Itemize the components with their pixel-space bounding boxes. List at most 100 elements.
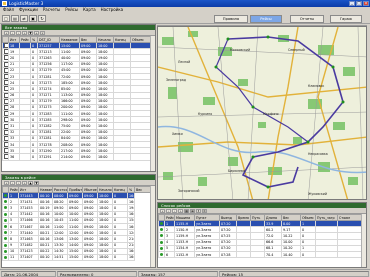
orders-scrollbar[interactable] — [150, 36, 155, 171]
status-ok-icon — [4, 218, 7, 222]
checkbox-icon[interactable] — [4, 130, 8, 135]
checkbox-icon[interactable] — [4, 111, 8, 116]
next-icon[interactable]: › — [16, 181, 21, 185]
first-icon[interactable]: « — [4, 181, 9, 185]
tab-reports[interactable]: Отчеты — [290, 15, 324, 23]
checkbox-icon[interactable] — [4, 43, 8, 48]
orders-panel: Все заказы « ‹ › » ▼ + × Ист Рейс% DST_ID Н… — [1, 24, 156, 172]
prev-icon[interactable]: ‹ — [166, 209, 171, 213]
table-cell: 09:00 — [79, 153, 97, 161]
checkbox-icon[interactable] — [4, 117, 8, 122]
status-ok-icon — [160, 253, 163, 257]
map-label: Климовск — [308, 84, 324, 88]
table-cell: 09:00 — [82, 253, 98, 262]
next-icon[interactable]: › — [172, 209, 177, 213]
table-cell: 10.40 — [281, 250, 301, 259]
checkbox-icon[interactable] — [4, 68, 8, 73]
row-status-icon — [2, 147, 9, 155]
last-icon[interactable]: » — [178, 209, 183, 213]
checkbox-icon[interactable] — [4, 142, 8, 147]
status-trips: Рейсов: 15 — [219, 271, 369, 277]
route-icon[interactable]: ⇄ — [20, 15, 28, 22]
table-row[interactable]: 36 0 371291 214:00 09:00 18:00 — [2, 153, 155, 161]
map-canvas[interactable]: Московский Лесной Северный Зеленоград Кл… — [158, 27, 367, 200]
refresh-icon[interactable]: ↻ — [38, 15, 46, 22]
table-cell: 11 — [8, 253, 19, 262]
table-cell: 07:28 — [219, 250, 237, 259]
prev-icon[interactable]: ‹ — [10, 181, 15, 185]
row-status-icon — [2, 153, 9, 161]
table-cell — [236, 250, 251, 259]
status-ok-icon — [4, 231, 7, 235]
next-icon[interactable]: › — [16, 31, 21, 35]
menu-file[interactable]: Файл — [3, 7, 14, 13]
main-toolbar: □ ▤ ⇄ ▣ ↻ Правила Рейсы Отчеты Гараж — [0, 14, 370, 24]
checkbox-icon[interactable] — [4, 93, 8, 98]
open-icon[interactable]: ▤ — [11, 15, 19, 22]
add-icon[interactable]: + — [34, 31, 39, 35]
checkbox-icon[interactable] — [4, 123, 8, 129]
last-icon[interactable]: » — [22, 31, 27, 35]
tab-garage[interactable]: Гараж — [330, 15, 362, 23]
status-ok-icon — [160, 228, 163, 232]
table-cell: 6 — [164, 250, 175, 259]
map-label: Куркино — [198, 112, 212, 116]
maximize-button[interactable]: □ — [356, 1, 362, 6]
map-label: Зеленоград — [166, 78, 187, 82]
map-label: Жуковский — [308, 192, 327, 196]
up-icon[interactable]: ▲ — [28, 181, 33, 185]
menu-calculations[interactable]: Расчеты — [43, 7, 60, 13]
status-ok-icon — [4, 206, 7, 210]
status-ok-icon — [4, 225, 7, 229]
map-view[interactable]: Московский Лесной Северный Зеленоград Кл… — [157, 26, 367, 200]
checkbox-icon[interactable] — [4, 99, 8, 104]
status-distributed: Распределено: 0 — [57, 271, 137, 277]
table-row[interactable]: 6 1152-H ул.Злато 07:28 70.4 10.40 0 — [158, 250, 366, 259]
checkbox-icon[interactable] — [4, 80, 8, 85]
table-cell — [113, 153, 131, 161]
print-icon[interactable]: ▣ — [29, 15, 37, 22]
checkbox-icon[interactable] — [4, 74, 8, 79]
trips-scrollbar[interactable] — [361, 214, 366, 267]
close-button[interactable]: x — [363, 1, 369, 6]
menu-settings[interactable]: Настройка — [101, 7, 123, 13]
settings-icon[interactable]: ⚙ — [202, 209, 207, 213]
delete-icon[interactable]: × — [40, 31, 45, 35]
trip-orders-scrollbar[interactable] — [150, 186, 155, 267]
checkbox-icon[interactable] — [4, 55, 8, 61]
checkbox-icon[interactable] — [4, 62, 8, 67]
new-icon[interactable]: □ — [2, 15, 10, 22]
truck-icon[interactable]: ▬ — [190, 209, 195, 213]
tab-trips[interactable]: Рейсы — [250, 15, 282, 23]
status-ok-icon — [4, 255, 7, 259]
checkbox-icon[interactable] — [4, 154, 8, 160]
trips-table: Рейс Машина Пункт Выезд Время Путь Длина Вес Объ… — [158, 214, 366, 259]
checkbox-icon[interactable] — [4, 136, 8, 141]
table-cell — [315, 250, 338, 259]
prev-icon[interactable]: ‹ — [10, 31, 15, 35]
first-icon[interactable]: « — [4, 31, 9, 35]
filter-icon[interactable]: ▼ — [28, 31, 33, 35]
calc-icon[interactable]: Σ — [196, 209, 201, 213]
checkbox-icon[interactable] — [4, 49, 8, 54]
table-cell: 0 — [300, 250, 316, 259]
checkbox-icon[interactable] — [4, 105, 8, 110]
row-status-icon — [2, 72, 9, 81]
table-cell: 1152-H — [174, 250, 195, 259]
tab-rules[interactable]: Правила — [214, 15, 248, 23]
checkbox-icon[interactable] — [4, 148, 8, 153]
map-icon[interactable]: ▦ — [184, 209, 189, 213]
table-cell — [19, 153, 31, 161]
down-icon[interactable]: ▼ — [34, 181, 39, 185]
menu-functions[interactable]: Функции — [19, 7, 38, 13]
checkbox-icon[interactable] — [4, 86, 8, 91]
last-icon[interactable]: » — [22, 181, 27, 185]
minimize-button[interactable]: _ — [349, 1, 355, 6]
menu-trips[interactable]: Рейсы — [65, 7, 78, 13]
menu-map[interactable]: Карта — [83, 7, 96, 13]
row-status-icon — [2, 91, 9, 99]
first-icon[interactable]: « — [160, 209, 165, 213]
table-row[interactable]: 1137140700:1014:5115:0009:0018:00016:71 — [2, 253, 155, 262]
app-icon — [2, 1, 7, 6]
table-cell: 36 — [8, 153, 20, 161]
